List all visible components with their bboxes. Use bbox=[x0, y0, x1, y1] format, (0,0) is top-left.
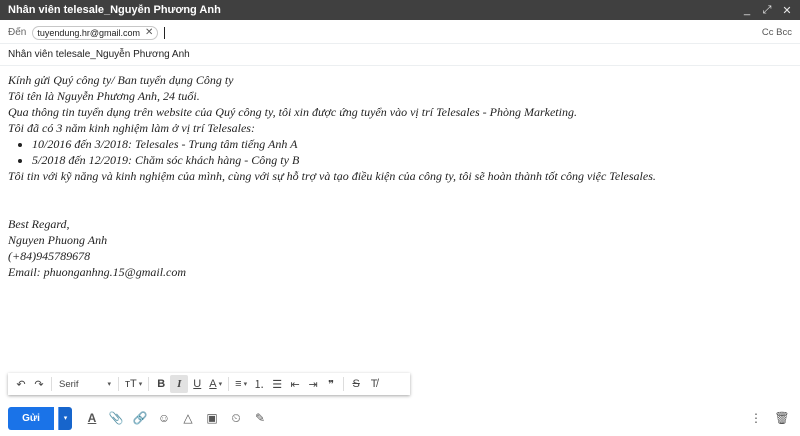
bold-icon[interactable]: B bbox=[152, 375, 170, 393]
underline-icon[interactable]: U bbox=[188, 375, 206, 393]
font-size-icon: тT bbox=[125, 378, 137, 390]
text-color-button[interactable]: A ▾ bbox=[206, 375, 225, 393]
signature-line: (+84)945789678 bbox=[8, 249, 91, 263]
toolbar-divider bbox=[148, 377, 150, 391]
body-line: Tôi tin với kỹ năng và kinh nghiệm của m… bbox=[8, 169, 656, 183]
remove-recipient-icon[interactable]: ✕ bbox=[145, 27, 153, 38]
signature-icon[interactable]: ✎ bbox=[250, 408, 270, 428]
bulleted-list-icon[interactable]: ☰ bbox=[268, 375, 286, 393]
signature-line: Email: phuonganhng.15@gmail.com bbox=[8, 265, 187, 279]
window-controls: _ ⤢ ✕ bbox=[742, 4, 792, 17]
send-options-icon[interactable]: ▾ bbox=[58, 406, 72, 430]
to-label: Đến bbox=[8, 27, 27, 38]
toolbar-divider bbox=[51, 377, 52, 391]
body-line: Tôi tên là Nguyễn Phương Anh, 24 tuổi. bbox=[8, 89, 200, 103]
drive-icon[interactable]: △ bbox=[178, 408, 198, 428]
signature-line: Best Regard, bbox=[8, 217, 70, 231]
body-line: Qua thông tin tuyển dụng trên website củ… bbox=[8, 105, 577, 119]
list-item: 5/2018 đến 12/2019: Chăm sóc khách hàng … bbox=[32, 152, 788, 168]
trash-icon[interactable]: 🗑 bbox=[772, 408, 792, 428]
font-name: Serif bbox=[59, 378, 79, 390]
list-item: 10/2016 đến 3/2018: Telesales - Trung tâ… bbox=[32, 136, 788, 152]
toolbar-divider bbox=[343, 377, 345, 391]
strikethrough-icon[interactable]: S bbox=[347, 375, 365, 393]
text-cursor bbox=[164, 26, 166, 39]
indent-more-icon[interactable]: ⇥ bbox=[304, 375, 322, 393]
font-size-button[interactable]: тT ▾ bbox=[122, 375, 145, 393]
formatting-options-icon[interactable]: A bbox=[82, 408, 102, 428]
recipient-email: tuyendung.hr@gmail.com bbox=[37, 27, 141, 38]
subject-text: Nhân viên telesale_Nguyễn Phương Anh bbox=[8, 49, 190, 60]
compose-title-bar: Nhân viên telesale_Nguyễn Phương Anh _ ⤢… bbox=[0, 0, 800, 20]
indent-less-icon[interactable]: ⇤ bbox=[286, 375, 304, 393]
numbered-list-icon[interactable]: ⒈ bbox=[250, 375, 268, 393]
body-line: Tôi đã có 3 năm kinh nghiệm làm ở vị trí… bbox=[8, 121, 255, 135]
more-options-icon[interactable]: ⋮ bbox=[746, 408, 766, 428]
minimize-icon[interactable]: _ bbox=[742, 4, 752, 16]
chevron-down-icon: ▾ bbox=[243, 381, 248, 388]
message-body[interactable]: Kính gửi Quý công ty/ Ban tuyển dụng Côn… bbox=[8, 72, 788, 280]
link-icon[interactable]: 🔗 bbox=[130, 408, 150, 428]
italic-icon[interactable]: I bbox=[170, 375, 189, 393]
formatting-toolbar: ↶ ↷ Serif ▾ тT ▾ B I U A ▾ ≡ ▾ ⒈ ☰ ⇤ ⇥ ❞… bbox=[8, 373, 410, 395]
recipient-chip[interactable]: tuyendung.hr@gmail.com ✕ bbox=[32, 25, 159, 40]
right-tools: ⋮ 🗑 bbox=[746, 408, 792, 428]
text-color-icon: A bbox=[209, 378, 217, 390]
photo-icon[interactable]: ▣ bbox=[202, 408, 222, 428]
compose-title: Nhân viên telesale_Nguyễn Phương Anh bbox=[8, 4, 221, 16]
recipients-row[interactable]: Đến tuyendung.hr@gmail.com ✕ Cc Bcc bbox=[0, 22, 800, 44]
experience-list: 10/2016 đến 3/2018: Telesales - Trung tâ… bbox=[32, 136, 788, 168]
chevron-down-icon: ▾ bbox=[138, 381, 143, 388]
chevron-down-icon: ▾ bbox=[218, 381, 223, 388]
quote-icon[interactable]: ❞ bbox=[322, 375, 340, 393]
attach-icon[interactable]: 📎 bbox=[106, 408, 126, 428]
confidential-mode-icon[interactable]: ⏲ bbox=[226, 408, 246, 428]
expand-icon[interactable]: ⤢ bbox=[762, 4, 772, 17]
signature-line: Nguyen Phuong Anh bbox=[8, 233, 108, 247]
align-button[interactable]: ≡ ▾ bbox=[232, 375, 250, 393]
redo-icon[interactable]: ↷ bbox=[30, 375, 48, 393]
emoji-icon[interactable]: ☺ bbox=[154, 408, 174, 428]
clear-formatting-icon[interactable]: T̸ bbox=[365, 375, 383, 393]
font-select[interactable]: Serif ▾ bbox=[55, 375, 115, 393]
align-icon: ≡ bbox=[235, 378, 242, 390]
cc-bcc-link[interactable]: Cc Bcc bbox=[762, 27, 792, 38]
toolbar-divider bbox=[118, 377, 119, 391]
subject-field[interactable]: Nhân viên telesale_Nguyễn Phương Anh bbox=[0, 44, 800, 66]
body-line: Kính gửi Quý công ty/ Ban tuyển dụng Côn… bbox=[8, 73, 234, 87]
compose-actions: Gửi ▾ A 📎 🔗 ☺ △ ▣ ⏲ ✎ ⋮ 🗑 bbox=[8, 406, 792, 430]
send-button[interactable]: Gửi bbox=[8, 406, 54, 430]
close-icon[interactable]: ✕ bbox=[782, 4, 792, 17]
undo-icon[interactable]: ↶ bbox=[12, 375, 30, 393]
toolbar-divider bbox=[228, 377, 230, 391]
chevron-down-icon: ▾ bbox=[107, 381, 111, 388]
